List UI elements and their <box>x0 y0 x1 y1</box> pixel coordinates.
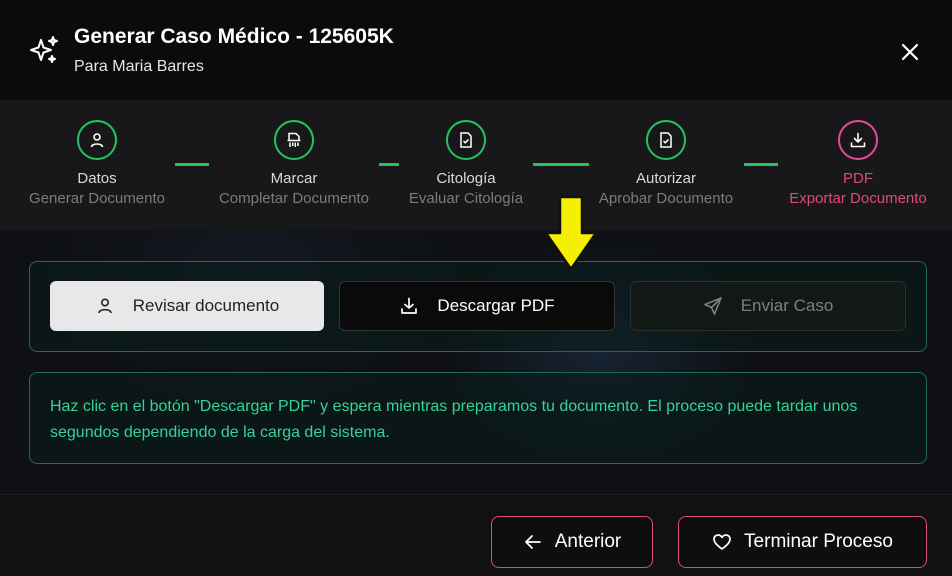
arrow-left-icon <box>524 535 541 549</box>
sparkles-icon <box>30 36 58 63</box>
step-label: Datos <box>77 170 117 187</box>
finish-process-label: Terminar Proceso <box>744 531 893 552</box>
dialog-footer: Anterior Terminar Proceso <box>0 494 952 576</box>
arrow-down-icon <box>544 195 598 271</box>
user-icon <box>90 133 104 148</box>
step-label: Autorizar <box>635 170 697 187</box>
info-message: Haz clic en el botón "Descargar PDF" y e… <box>29 372 927 464</box>
review-document-label: Revisar documento <box>132 296 280 315</box>
step-icon-circle <box>77 120 117 160</box>
send-icon <box>703 297 722 315</box>
step-pdf[interactable]: PDF Exportar Documento <box>768 120 948 207</box>
step-autorizar[interactable]: Autorizar Aprobar Documento <box>576 120 756 207</box>
step-sublabel: Evaluar Citología <box>408 190 524 207</box>
download-icon <box>850 132 866 148</box>
finish-process-button[interactable]: Terminar Proceso <box>678 516 927 568</box>
heart-icon <box>713 534 731 550</box>
previous-button[interactable]: Anterior <box>491 516 653 568</box>
step-datos[interactable]: Datos Generar Documento <box>7 120 187 207</box>
download-pdf-label: Descargar PDF <box>437 296 555 315</box>
progress-stepper: Datos Generar Documento Marcar Completar… <box>0 100 952 230</box>
dialog-header: Generar Caso Médico - 125605K Para Maria… <box>0 0 952 100</box>
step-marcar[interactable]: Marcar Completar Documento <box>204 120 384 207</box>
step-sublabel: Completar Documento <box>218 190 370 207</box>
generate-case-dialog: Generar Caso Médico - 125605K Para Maria… <box>0 0 952 576</box>
step-icon-circle <box>446 120 486 160</box>
step-label: PDF <box>843 170 873 187</box>
info-text: Haz clic en el botón "Descargar PDF" y e… <box>50 398 858 441</box>
step-sublabel: Aprobar Documento <box>598 190 734 207</box>
dialog-title: Generar Caso Médico - 125605K <box>74 25 394 48</box>
send-case-button[interactable]: Enviar Caso <box>630 281 906 331</box>
step-icon-circle <box>838 120 878 160</box>
actions-panel: Revisar documento Descargar PDF Enviar C… <box>29 261 927 352</box>
step-sublabel: Generar Documento <box>29 190 165 207</box>
step-citologia[interactable]: Citología Evaluar Citología <box>376 120 556 207</box>
step-icon-circle <box>274 120 314 160</box>
document-check-icon <box>460 132 472 148</box>
step-label: Citología <box>436 170 496 187</box>
send-case-label: Enviar Caso <box>740 296 834 315</box>
dialog-body: Revisar documento Descargar PDF Enviar C… <box>0 230 952 494</box>
dialog-subtitle: Para Maria Barres <box>74 58 204 75</box>
download-icon <box>401 297 418 314</box>
step-icon-circle <box>646 120 686 160</box>
download-pdf-button[interactable]: Descargar PDF <box>339 281 615 331</box>
step-sublabel: Exportar Documento <box>789 190 927 207</box>
close-icon[interactable] <box>896 38 924 66</box>
previous-label: Anterior <box>554 531 622 552</box>
user-icon <box>97 298 112 314</box>
document-shred-icon <box>287 132 301 147</box>
document-check-icon <box>660 132 672 148</box>
step-label: Marcar <box>270 170 318 187</box>
review-document-button[interactable]: Revisar documento <box>50 281 324 331</box>
